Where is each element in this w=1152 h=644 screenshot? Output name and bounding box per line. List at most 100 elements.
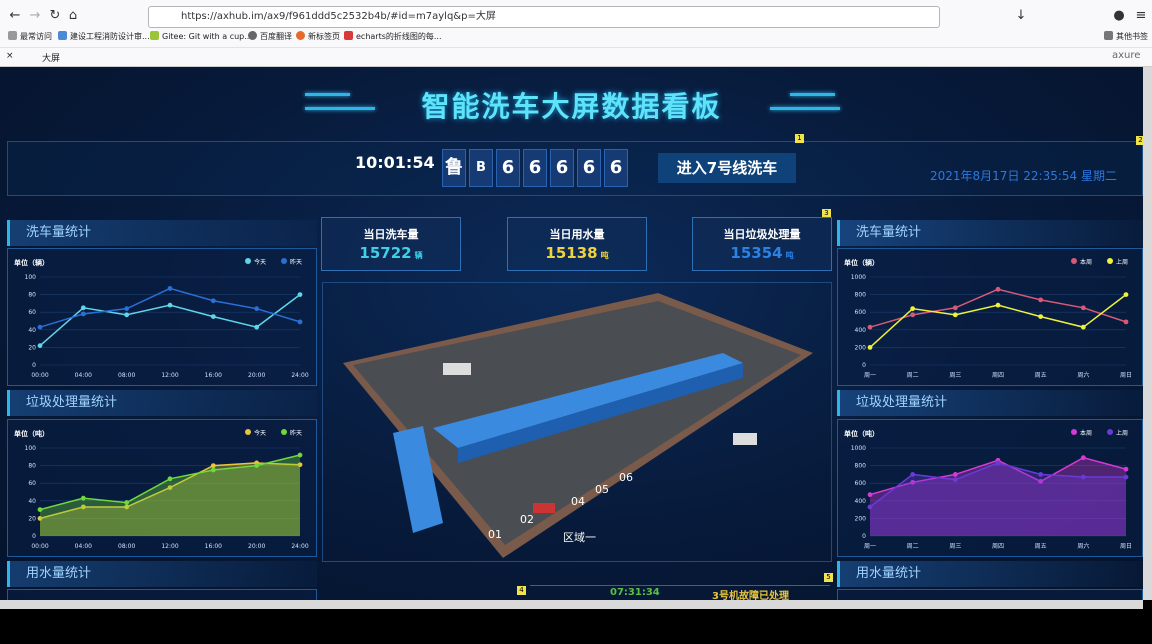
x-tick-label: 20:00: [248, 543, 265, 550]
chart-panel: 单位（辆） 本周 上周 0 200 400 600 800 1000 周一 周二 周三 周四 周五 周六 周日: [837, 248, 1143, 386]
x-tick-label: 24:00: [291, 543, 308, 550]
data-point: [297, 452, 303, 458]
plate-char: 鲁: [442, 149, 466, 187]
y-tick-label: 1000: [851, 274, 866, 281]
data-point: [952, 477, 958, 483]
x-tick-label: 04:00: [75, 543, 92, 550]
account-icon[interactable]: ●: [1110, 7, 1128, 25]
data-point: [80, 305, 86, 311]
bookmark-item[interactable]: 最常访问: [8, 31, 52, 42]
back-icon[interactable]: ←: [6, 7, 24, 25]
other-bookmarks[interactable]: 其他书签: [1104, 31, 1148, 42]
data-point: [1123, 474, 1129, 480]
gear-icon: [8, 31, 17, 40]
x-tick-label: 08:00: [118, 372, 135, 379]
stat-value: 15722 辆: [359, 244, 423, 262]
chart-panel: 单位（吨） 今天 昨天 0 20 40 60 80 100 00:00 04:00 08:00 12:0…: [7, 419, 317, 557]
reload-icon[interactable]: ↻: [46, 7, 64, 25]
car: [533, 503, 555, 513]
svg-text:05: 05: [595, 483, 609, 496]
data-point: [867, 345, 873, 350]
plate-char: B: [469, 149, 493, 187]
data-point: [1038, 297, 1044, 303]
y-tick-label: 600: [855, 480, 867, 487]
bookmark-item[interactable]: 建设工程消防设计审...: [58, 31, 150, 42]
data-point: [37, 343, 43, 349]
data-point: [867, 324, 873, 330]
home-icon[interactable]: ⌂: [64, 7, 82, 25]
carwash-3d-scene: 01 02 04 05 06 区域一: [322, 282, 832, 562]
bookmark-item[interactable]: echarts的折线图的每...: [344, 31, 442, 42]
tag-badge: 1: [795, 134, 804, 143]
x-tick-label: 周二: [907, 372, 919, 379]
data-point: [1080, 455, 1086, 461]
x-tick-label: 12:00: [161, 543, 178, 550]
x-tick-label: 周一: [864, 372, 876, 379]
data-point: [254, 306, 260, 312]
data-point: [1080, 474, 1086, 480]
data-point: [124, 500, 130, 505]
status-ticker: 07:31:34 3号机故障已处理: [530, 585, 830, 600]
url-bar[interactable]: https://axhub.im/ax9/f961ddd5c2532b4b/#i…: [148, 6, 940, 28]
x-tick-label: 08:00: [118, 543, 135, 550]
data-point: [1038, 314, 1044, 319]
data-point: [124, 306, 130, 312]
legend-label: 今天: [254, 429, 266, 437]
x-tick-label: 周日: [1120, 543, 1132, 550]
y-tick-label: 60: [28, 480, 36, 487]
data-point: [1080, 324, 1086, 330]
dashboard-screen: 智能洗车大屏数据看板 10:01:54 鲁 B 6 6 6 6 6 进入7号线洗…: [0, 67, 1143, 600]
y-tick-label: 1000: [851, 445, 866, 452]
carwash-illustration: 01 02 04 05 06 区域一: [343, 293, 813, 558]
x-tick-label: 周一: [864, 543, 876, 550]
x-tick-label: 20:00: [248, 372, 265, 379]
unit-label: 单位（吨）: [844, 429, 879, 438]
x-tick-label: 00:00: [31, 543, 48, 550]
gitee-icon: [150, 31, 159, 40]
folder-icon: [1104, 31, 1113, 40]
plate-char: 6: [523, 149, 547, 187]
legend-marker: [1071, 258, 1077, 264]
clock: 10:01:54: [355, 153, 435, 172]
data-point: [910, 472, 916, 477]
firefox-icon: [296, 31, 305, 40]
x-tick-label: 周六: [1077, 542, 1089, 550]
data-point: [995, 302, 1001, 308]
plate-char: 6: [550, 149, 574, 187]
y-tick-label: 80: [28, 292, 36, 299]
legend-marker: [281, 429, 287, 435]
data-point: [952, 312, 958, 318]
stat-card-water: 当日用水量 15138 吨: [507, 217, 647, 271]
chart-panel: 单位（辆） 今天 昨天 0 20 40 60 80 100 00:00 04:00 08:00 12:0…: [7, 248, 317, 386]
y-tick-label: 60: [28, 309, 36, 316]
y-tick-label: 40: [28, 498, 36, 505]
x-tick-label: 周五: [1035, 543, 1047, 550]
bookmark-item[interactable]: 百度翻译: [248, 31, 292, 42]
data-point: [910, 312, 916, 318]
x-tick-label: 24:00: [291, 372, 308, 379]
x-tick-label: 周四: [992, 543, 1004, 550]
y-tick-label: 800: [855, 292, 867, 299]
download-icon[interactable]: ↓: [1012, 7, 1030, 25]
stat-label: 当日洗车量: [363, 228, 419, 241]
y-tick-label: 400: [855, 327, 867, 334]
close-icon[interactable]: ×: [6, 51, 14, 61]
y-tick-label: 200: [855, 515, 867, 522]
horizontal-scrollbar[interactable]: [0, 600, 1143, 609]
unit-label: 单位（辆）: [844, 258, 879, 267]
x-tick-label: 04:00: [75, 372, 92, 379]
svg-text:02: 02: [520, 513, 534, 526]
vertical-scrollbar[interactable]: [1143, 67, 1152, 600]
section-title: 用水量统计: [7, 561, 317, 587]
svg-text:04: 04: [571, 495, 585, 508]
bookmark-item[interactable]: 新标签页: [296, 31, 340, 42]
bookmark-item[interactable]: Gitee: Git with a cup...: [150, 31, 252, 41]
data-point: [254, 463, 260, 468]
y-tick-label: 0: [862, 533, 866, 540]
data-point: [167, 476, 173, 482]
legend-label: 昨天: [290, 258, 302, 266]
forward-icon[interactable]: →: [26, 7, 44, 25]
menu-icon[interactable]: ≡: [1132, 7, 1150, 25]
page-tab[interactable]: 大屏: [42, 51, 60, 64]
svg-text:01: 01: [488, 528, 502, 541]
